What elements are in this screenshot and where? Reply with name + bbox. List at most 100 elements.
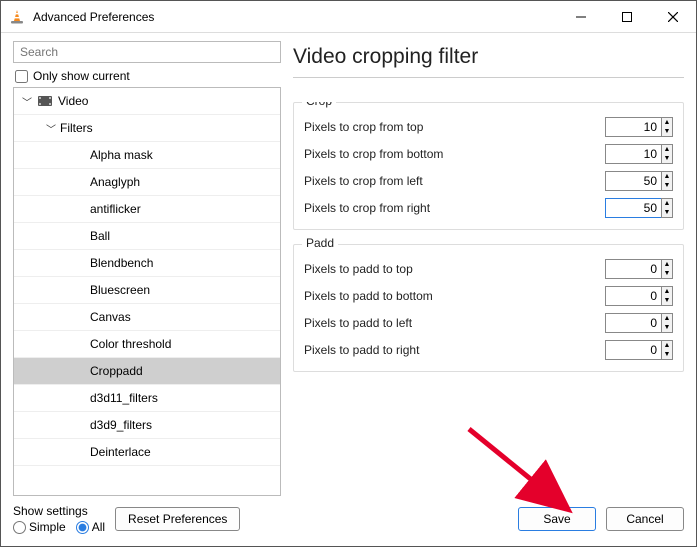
spin-down-icon[interactable]: ▼ — [662, 296, 672, 305]
spinbox[interactable]: ▲▼ — [605, 286, 673, 306]
field-row: Pixels to crop from right ▲▼ — [304, 194, 673, 221]
left-pane: Only show current ﹀Video﹀Filters Alpha ma… — [13, 41, 281, 496]
spinbox[interactable]: ▲▼ — [605, 340, 673, 360]
only-show-current-checkbox[interactable] — [15, 70, 28, 83]
tree-item-blendbench[interactable]: Blendbench — [14, 250, 280, 277]
radio-all[interactable]: All — [76, 520, 105, 534]
spin-down-icon[interactable]: ▼ — [662, 154, 672, 163]
tree-item-video[interactable]: ﹀Video — [14, 88, 280, 115]
tree-item-label: Ball — [90, 229, 110, 243]
spinbox-input[interactable] — [605, 117, 661, 137]
field-row: Pixels to padd to left ▲▼ — [304, 309, 673, 336]
show-settings-label: Show settings — [13, 504, 105, 518]
tree-item-label: Anaglyph — [90, 175, 140, 189]
radio-all-input[interactable] — [76, 521, 89, 534]
spin-buttons[interactable]: ▲▼ — [661, 259, 673, 279]
spinbox-input[interactable] — [605, 144, 661, 164]
spin-up-icon[interactable]: ▲ — [662, 341, 672, 350]
tree-item-ball[interactable]: Ball — [14, 223, 280, 250]
spinbox[interactable]: ▲▼ — [605, 313, 673, 333]
spin-up-icon[interactable]: ▲ — [662, 145, 672, 154]
field-label: Pixels to padd to left — [304, 316, 412, 330]
tree-item-label: Blendbench — [90, 256, 153, 270]
preferences-tree[interactable]: ﹀Video﹀Filters Alpha mask Anaglyph antiflic… — [13, 87, 281, 496]
spinbox[interactable]: ▲▼ — [605, 198, 673, 218]
field-row: Pixels to crop from bottom ▲▼ — [304, 140, 673, 167]
spin-down-icon[interactable]: ▼ — [662, 350, 672, 359]
window-controls — [558, 1, 696, 32]
only-show-current[interactable]: Only show current — [15, 69, 281, 83]
field-label: Pixels to crop from bottom — [304, 147, 443, 161]
tree-item-d3d11-filters[interactable]: d3d11_filters — [14, 385, 280, 412]
field-row: Pixels to crop from left ▲▼ — [304, 167, 673, 194]
settings-groups: CropPixels to crop from top▲▼Pixels to c… — [293, 102, 684, 496]
tree-item-croppadd[interactable]: Croppadd — [14, 358, 280, 385]
spin-buttons[interactable]: ▲▼ — [661, 117, 673, 137]
field-row: Pixels to crop from top▲▼ — [304, 113, 673, 140]
tree-item-d3d9-filters[interactable]: d3d9_filters — [14, 412, 280, 439]
spinbox-input[interactable] — [605, 259, 661, 279]
spin-down-icon[interactable]: ▼ — [662, 127, 672, 136]
spin-up-icon[interactable]: ▲ — [662, 118, 672, 127]
group-crop: CropPixels to crop from top▲▼Pixels to c… — [293, 102, 684, 230]
only-show-current-label: Only show current — [33, 69, 130, 83]
tree-item-canvas[interactable]: Canvas — [14, 304, 280, 331]
maximize-button[interactable] — [604, 1, 650, 32]
spinbox[interactable]: ▲▼ — [605, 117, 673, 137]
video-icon — [36, 95, 54, 107]
field-label: Pixels to crop from right — [304, 201, 430, 215]
tree-item-bluescreen[interactable]: Bluescreen — [14, 277, 280, 304]
minimize-button[interactable] — [558, 1, 604, 32]
field-label: Pixels to padd to top — [304, 262, 413, 276]
tree-item-label: Canvas — [90, 310, 131, 324]
spin-buttons[interactable]: ▲▼ — [661, 313, 673, 333]
spin-down-icon[interactable]: ▼ — [662, 323, 672, 332]
spin-buttons[interactable]: ▲▼ — [661, 286, 673, 306]
tree-item-label: Color threshold — [90, 337, 171, 351]
spin-up-icon[interactable]: ▲ — [662, 287, 672, 296]
tree-item-filters[interactable]: ﹀Filters — [14, 115, 280, 142]
spinbox-input[interactable] — [605, 340, 661, 360]
radio-simple-input[interactable] — [13, 521, 26, 534]
cancel-button[interactable]: Cancel — [606, 507, 684, 531]
spin-up-icon[interactable]: ▲ — [662, 260, 672, 269]
spin-buttons[interactable]: ▲▼ — [661, 340, 673, 360]
tree-item-alpha-mask[interactable]: Alpha mask — [14, 142, 280, 169]
tree-item-label: antiflicker — [90, 202, 141, 216]
reset-preferences-button[interactable]: Reset Preferences — [115, 507, 240, 531]
spinbox[interactable]: ▲▼ — [605, 171, 673, 191]
spin-down-icon[interactable]: ▼ — [662, 181, 672, 190]
search-input[interactable] — [13, 41, 281, 63]
tree-item-deinterlace[interactable]: Deinterlace — [14, 439, 280, 466]
tree-item-label: Bluescreen — [90, 283, 150, 297]
group-padd: PaddPixels to padd to top▲▼Pixels to pad… — [293, 244, 684, 372]
spin-buttons[interactable]: ▲▼ — [661, 144, 673, 164]
spinbox[interactable]: ▲▼ — [605, 259, 673, 279]
spinbox-input[interactable] — [605, 171, 661, 191]
field-label: Pixels to padd to right — [304, 343, 419, 357]
spinbox-input[interactable] — [605, 198, 661, 218]
tree-item-label: Filters — [60, 121, 93, 135]
close-button[interactable] — [650, 1, 696, 32]
radio-simple[interactable]: Simple — [13, 520, 66, 534]
spinbox[interactable]: ▲▼ — [605, 144, 673, 164]
spinbox-input[interactable] — [605, 286, 661, 306]
spin-down-icon[interactable]: ▼ — [662, 269, 672, 278]
tree-item-antiflicker[interactable]: antiflicker — [14, 196, 280, 223]
spin-up-icon[interactable]: ▲ — [662, 314, 672, 323]
field-label: Pixels to crop from left — [304, 174, 423, 188]
tree-item-color-threshold[interactable]: Color threshold — [14, 331, 280, 358]
tree-item-label: d3d9_filters — [90, 418, 152, 432]
spinbox-input[interactable] — [605, 313, 661, 333]
save-button[interactable]: Save — [518, 507, 596, 531]
spin-buttons[interactable]: ▲▼ — [661, 198, 673, 218]
spin-up-icon[interactable]: ▲ — [662, 172, 672, 181]
tree-item-anaglyph[interactable]: Anaglyph — [14, 169, 280, 196]
window-title: Advanced Preferences — [33, 10, 558, 24]
spin-up-icon[interactable]: ▲ — [662, 199, 672, 208]
group-title: Padd — [302, 236, 338, 250]
tree-item-label: Alpha mask — [90, 148, 153, 162]
spin-buttons[interactable]: ▲▼ — [661, 171, 673, 191]
tree-item-label: Video — [58, 94, 88, 108]
spin-down-icon[interactable]: ▼ — [662, 208, 672, 217]
